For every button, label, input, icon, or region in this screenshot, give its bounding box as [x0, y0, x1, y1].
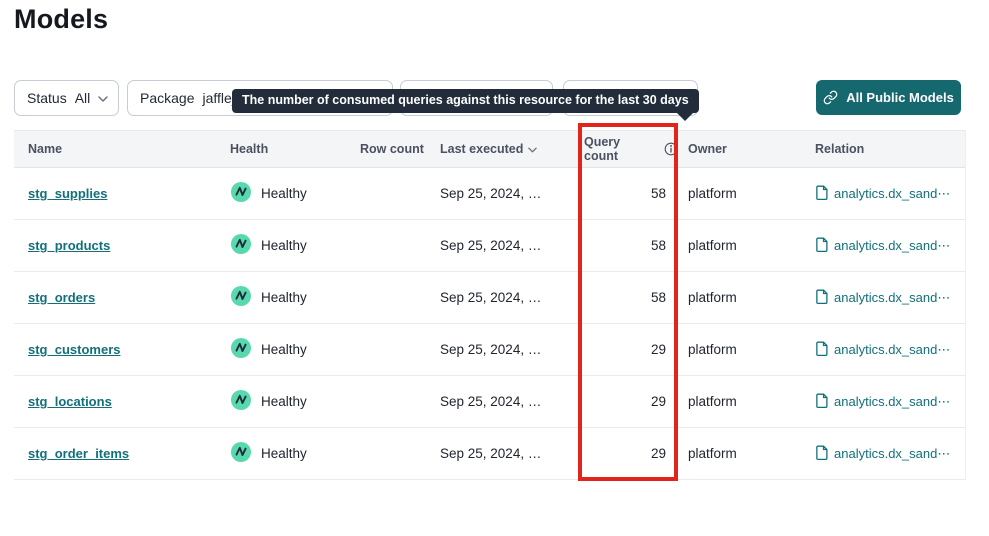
owner-cell: platform: [678, 238, 815, 253]
table-row: stg_supplies Healthy Sep 25, 2024, … 58 …: [14, 168, 965, 220]
last-executed-cell: Sep 25, 2024, …: [440, 394, 578, 409]
sort-chevron-down-icon: [528, 147, 537, 153]
pulse-bolt-icon: [230, 181, 252, 206]
relation-text: analytics.dx_sand⋯: [834, 186, 950, 202]
column-header-query-count: Query count: [578, 135, 678, 163]
column-header-row-count: Row count: [360, 142, 440, 156]
relation-link[interactable]: analytics.dx_sand⋯: [815, 185, 966, 203]
health-badge: Healthy: [230, 337, 360, 362]
table-row: stg_order_items Healthy Sep 25, 2024, … …: [14, 428, 965, 480]
chevron-down-icon: [98, 96, 108, 102]
package-filter-label: Package: [140, 90, 194, 106]
model-name-link[interactable]: stg_customers: [28, 342, 120, 357]
table-row: stg_orders Healthy Sep 25, 2024, … 58 pl…: [14, 272, 965, 324]
health-label: Healthy: [261, 446, 307, 461]
table-row: stg_products Healthy Sep 25, 2024, … 58 …: [14, 220, 965, 272]
query-count-cell: 29: [578, 342, 678, 357]
query-count-cell: 58: [578, 186, 678, 201]
pulse-bolt-icon: [230, 441, 252, 466]
document-icon: [815, 445, 828, 463]
relation-text: analytics.dx_sand⋯: [834, 290, 950, 306]
health-badge: Healthy: [230, 285, 360, 310]
owner-cell: platform: [678, 446, 815, 461]
relation-link[interactable]: analytics.dx_sand⋯: [815, 393, 966, 411]
query-count-cell: 29: [578, 394, 678, 409]
last-executed-cell: Sep 25, 2024, …: [440, 446, 578, 461]
last-executed-cell: Sep 25, 2024, …: [440, 186, 578, 201]
owner-cell: platform: [678, 186, 815, 201]
status-filter[interactable]: Status All: [14, 80, 119, 116]
relation-link[interactable]: analytics.dx_sand⋯: [815, 445, 966, 463]
models-page: Models Status All Package jaffle_ All Pu…: [0, 0, 989, 536]
document-icon: [815, 289, 828, 307]
relation-text: analytics.dx_sand⋯: [834, 238, 950, 254]
document-icon: [815, 341, 828, 359]
query-count-tooltip: The number of consumed queries against t…: [232, 89, 699, 113]
health-label: Healthy: [261, 290, 307, 305]
table-header-row: Name Health Row count Last executed Quer…: [14, 130, 965, 168]
health-badge: Healthy: [230, 441, 360, 466]
health-label: Healthy: [261, 342, 307, 357]
query-count-cell: 58: [578, 290, 678, 305]
all-public-models-button[interactable]: All Public Models: [816, 80, 961, 115]
owner-cell: platform: [678, 342, 815, 357]
last-executed-cell: Sep 25, 2024, …: [440, 238, 578, 253]
relation-text: analytics.dx_sand⋯: [834, 342, 950, 358]
pulse-bolt-icon: [230, 285, 252, 310]
relation-text: analytics.dx_sand⋯: [834, 446, 950, 462]
model-name-link[interactable]: stg_orders: [28, 290, 95, 305]
column-header-last-executed[interactable]: Last executed: [440, 142, 578, 156]
owner-cell: platform: [678, 394, 815, 409]
document-icon: [815, 185, 828, 203]
status-filter-label: Status: [27, 90, 67, 106]
table-row: stg_customers Healthy Sep 25, 2024, … 29…: [14, 324, 965, 376]
column-header-owner: Owner: [678, 142, 815, 156]
all-public-models-label: All Public Models: [846, 90, 954, 105]
column-header-name: Name: [14, 142, 230, 156]
model-name-link[interactable]: stg_order_items: [28, 446, 129, 461]
relation-link[interactable]: analytics.dx_sand⋯: [815, 289, 966, 307]
document-icon: [815, 393, 828, 411]
page-title: Models: [14, 2, 108, 36]
health-label: Healthy: [261, 238, 307, 253]
pulse-bolt-icon: [230, 389, 252, 414]
model-name-link[interactable]: stg_locations: [28, 394, 112, 409]
relation-link[interactable]: analytics.dx_sand⋯: [815, 341, 966, 359]
query-count-label: Query count: [584, 135, 657, 163]
models-table: Name Health Row count Last executed Quer…: [14, 130, 966, 480]
column-header-relation: Relation: [815, 142, 966, 156]
last-executed-cell: Sep 25, 2024, …: [440, 290, 578, 305]
last-executed-label: Last executed: [440, 142, 523, 156]
status-filter-value: All: [75, 90, 91, 106]
health-badge: Healthy: [230, 181, 360, 206]
pulse-bolt-icon: [230, 233, 252, 258]
relation-link[interactable]: analytics.dx_sand⋯: [815, 237, 966, 255]
health-badge: Healthy: [230, 233, 360, 258]
query-count-cell: 29: [578, 446, 678, 461]
query-count-cell: 58: [578, 238, 678, 253]
last-executed-cell: Sep 25, 2024, …: [440, 342, 578, 357]
info-icon[interactable]: [664, 142, 678, 156]
health-badge: Healthy: [230, 389, 360, 414]
health-label: Healthy: [261, 186, 307, 201]
model-name-link[interactable]: stg_products: [28, 238, 110, 253]
model-name-link[interactable]: stg_supplies: [28, 186, 107, 201]
link-chain-icon: [823, 90, 838, 105]
owner-cell: platform: [678, 290, 815, 305]
table-row: stg_locations Healthy Sep 25, 2024, … 29…: [14, 376, 965, 428]
tooltip-text: The number of consumed queries against t…: [242, 93, 689, 107]
document-icon: [815, 237, 828, 255]
health-label: Healthy: [261, 394, 307, 409]
pulse-bolt-icon: [230, 337, 252, 362]
relation-text: analytics.dx_sand⋯: [834, 394, 950, 410]
column-header-health: Health: [230, 142, 360, 156]
